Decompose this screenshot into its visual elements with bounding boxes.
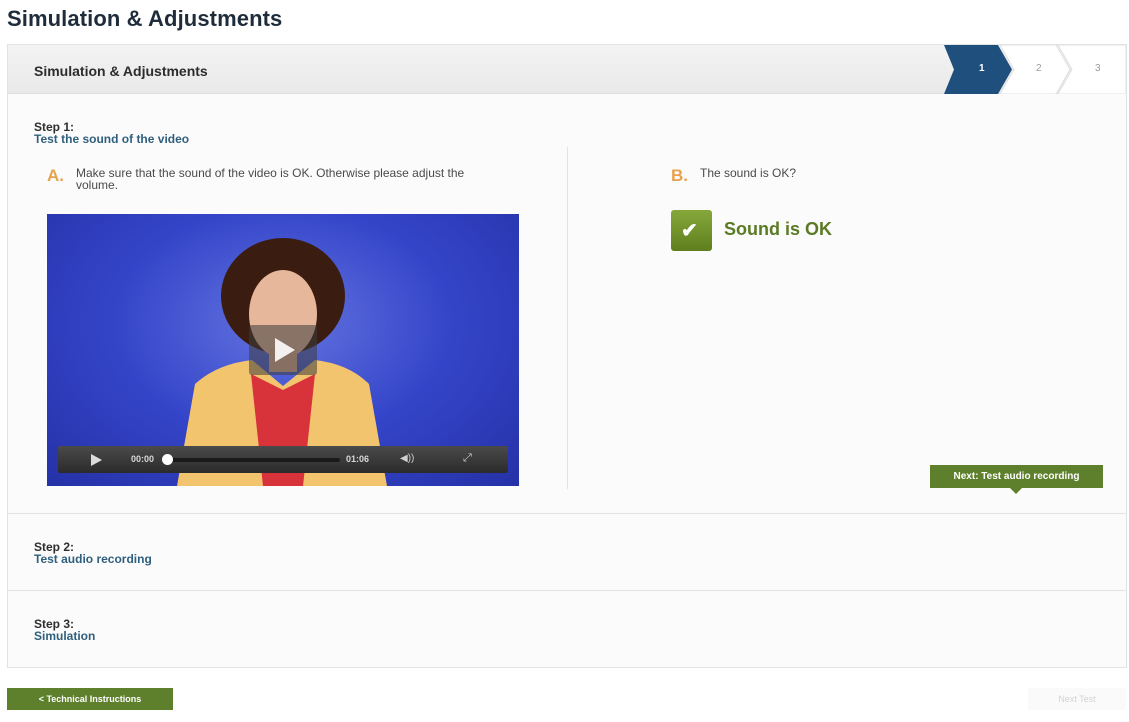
sound-ok-label[interactable]: Sound is OK <box>724 219 832 240</box>
video-play-overlay-button[interactable] <box>249 325 317 375</box>
instruction-b-letter: B. <box>671 166 688 185</box>
column-divider <box>567 147 568 489</box>
video-current-time: 00:00 <box>131 454 155 464</box>
step-2-subtitle: Test audio recording <box>34 552 152 566</box>
instruction-a-line2: volume. <box>76 178 119 192</box>
wizard-panel: Simulation & Adjustments 1 2 3 Step 1: T… <box>7 44 1127 668</box>
technical-instructions-button[interactable]: < Technical Instructions <box>7 688 173 710</box>
play-icon[interactable] <box>91 454 102 466</box>
video-seek-bar[interactable] <box>165 458 340 462</box>
instruction-a-line1: Make sure that the sound of the video is… <box>76 166 465 180</box>
sound-ok-checkbox[interactable]: ✔ <box>671 210 712 251</box>
check-icon: ✔ <box>681 220 698 242</box>
page-title: Simulation & Adjustments <box>7 6 283 31</box>
step-1-chevron <box>944 45 1012 94</box>
volume-icon[interactable]: ◀)) <box>400 453 414 464</box>
next-test-button[interactable]: Next Test <box>1028 688 1126 710</box>
step-progress: 1 2 3 <box>944 45 1126 94</box>
panel-header: Simulation & Adjustments 1 2 3 <box>8 45 1126 94</box>
step-1-subtitle: Test the sound of the video <box>34 132 190 146</box>
instruction-b-question: The sound is OK? <box>700 166 797 180</box>
video-controls: 00:00 01:06 ◀)) ⤢ <box>58 446 508 473</box>
video-seek-handle[interactable] <box>162 454 173 465</box>
next-test-audio-recording-button[interactable]: Next: Test audio recording <box>930 465 1103 488</box>
button-pointer-arrow <box>1010 488 1022 494</box>
step-2-number: 2 <box>1036 63 1042 74</box>
step-2-section[interactable]: Step 2: Test audio recording <box>8 514 1126 591</box>
instruction-a-letter: A. <box>47 166 64 185</box>
video-duration: 01:06 <box>346 454 370 464</box>
step-3-subtitle: Simulation <box>34 629 96 643</box>
step-3-number: 3 <box>1095 63 1101 74</box>
step-1-number: 1 <box>979 63 985 74</box>
panel-header-title: Simulation & Adjustments <box>34 63 208 79</box>
fullscreen-icon[interactable]: ⤢ <box>463 452 472 465</box>
video-player[interactable]: 00:00 01:06 ◀)) ⤢ <box>47 214 519 486</box>
step-3-section[interactable]: Step 3: Simulation <box>8 591 1126 668</box>
step-1-section: Step 1: Test the sound of the video A. M… <box>8 94 1126 514</box>
